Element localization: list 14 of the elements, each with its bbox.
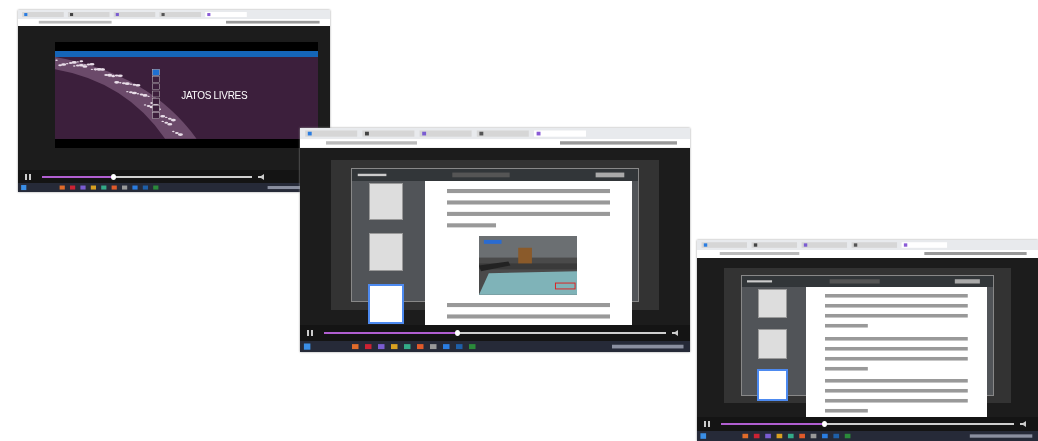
progress-thumb[interactable] xyxy=(111,173,117,180)
page-thumbnail[interactable] xyxy=(757,288,788,319)
page-thumbnail[interactable] xyxy=(369,182,403,220)
slide-title: JATOS LIVRES xyxy=(181,89,248,101)
progress-thumb[interactable] xyxy=(455,329,461,336)
page-thumbnail[interactable] xyxy=(369,233,403,271)
page-thumbnail[interactable] xyxy=(756,369,789,401)
progress-thumb[interactable] xyxy=(821,420,827,427)
progress-track[interactable] xyxy=(721,422,1014,425)
progress-track[interactable] xyxy=(324,331,666,334)
page-thumbnail[interactable] xyxy=(757,328,788,359)
page-thumbnail[interactable] xyxy=(368,284,404,324)
progress-track[interactable] xyxy=(42,175,252,178)
icon-column-drawing xyxy=(152,68,161,120)
